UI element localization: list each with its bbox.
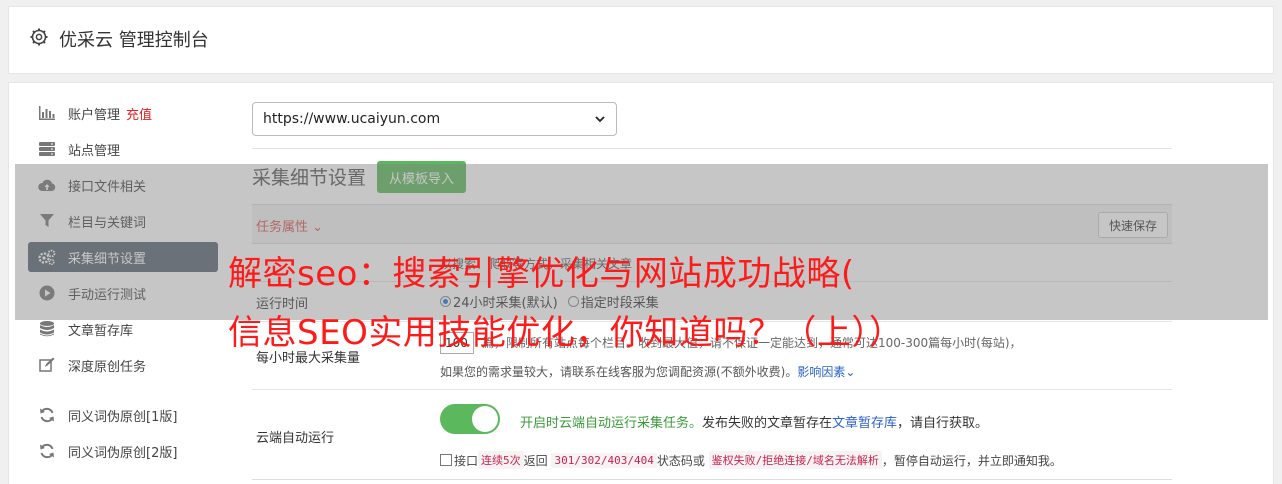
code-errors: 鉴权失败/拒绝连接/域名无法解析 [708, 451, 882, 469]
sidebar-item-deep-original[interactable]: 深度原创任务 [28, 350, 218, 380]
cloud-run-text-b: ，请自行获取。 [897, 416, 989, 431]
overlay-headline-line2: 信息SEO实用技能优化，你知道吗？（上）） [228, 313, 904, 353]
sidebar-item-label: 深度原创任务 [68, 359, 147, 375]
article-storage-link[interactable]: 文章暂存库 [832, 416, 897, 431]
gray-overlay-band [15, 164, 1268, 320]
factors-link[interactable]: 影响因素 [797, 365, 845, 379]
code-consecutive: 连续5次 [478, 451, 524, 469]
sidebar-item-synonym-v1[interactable]: 同义词伪原创[1版] [28, 400, 218, 430]
pause-text-b: 返回 [523, 453, 548, 468]
sidebar-item-label: 文章暂存库 [68, 323, 134, 339]
sidebar-item-label: 站点管理 [68, 143, 121, 159]
cloud-run-label: 云端自动运行 [256, 431, 335, 446]
sidebar-divider [28, 386, 218, 400]
sidebar-item-label: 同义词伪原创[1版] [68, 409, 178, 425]
sidebar-item-sites[interactable]: 站点管理 [28, 134, 218, 164]
edit-icon [38, 356, 56, 374]
site-select[interactable]: https://www.ucaiyun.com [252, 102, 617, 136]
refresh-icon [38, 442, 56, 460]
gear-icon [30, 28, 48, 46]
sidebar-item-synonym-v2[interactable]: 同义词伪原创[2版] [28, 436, 218, 466]
max-collect-note-text: 如果您的需求量较大，请联系在线客服为您调配资源(不额外收费)。 [440, 365, 798, 379]
pause-notify-option: 接口 连续5次 返回 301/302/403/404 状态码或 鉴权失败/拒绝连… [440, 451, 1062, 469]
pause-notify-checkbox[interactable] [440, 454, 452, 466]
toggle-knob [472, 406, 498, 432]
database-icon [38, 320, 56, 338]
code-status: 301/302/403/404 [551, 452, 657, 468]
cloud-run-green-text: 开启时云端自动运行采集任务。 [520, 416, 703, 431]
chevron-down-icon: ⌄ [845, 365, 856, 379]
pause-text-d: ，暂停自动运行，并立即通知我。 [881, 453, 1062, 468]
pause-text-c: 状态码或 [656, 453, 705, 468]
recharge-link[interactable]: 充值 [126, 104, 152, 123]
overlay-headline-line1: 解密seo：搜索引擎优化与网站成功战略( [228, 254, 855, 294]
cloud-run-row: 云端自动运行 开启时云端自动运行采集任务。发布失败的文章暂存在文章暂存库，请自行… [252, 390, 1172, 480]
max-collect-note: 如果您的需求量较大，请联系在线客服为您调配资源(不额外收费)。影响因素⌄ [440, 363, 855, 380]
server-icon [38, 140, 56, 158]
cloud-run-text-a: 发布失败的文章暂存在 [702, 416, 833, 431]
chevron-down-icon [595, 116, 605, 123]
sidebar-item-label: 同义词伪原创[2版] [68, 445, 178, 461]
site-select-value: https://www.ucaiyun.com [263, 111, 441, 127]
cloud-run-desc: 开启时云端自动运行采集任务。发布失败的文章暂存在文章暂存库，请自行获取。 [520, 412, 988, 431]
sidebar-item-account[interactable]: 账户管理 充值 [28, 98, 218, 128]
page-title: 优采云 管理控制台 [59, 30, 209, 51]
header-card: 优采云 管理控制台 [8, 6, 1274, 74]
divider [252, 148, 1172, 149]
bar-chart-icon [38, 104, 56, 122]
sidebar-item-label: 账户管理 [68, 107, 121, 123]
cloud-run-toggle[interactable] [440, 404, 500, 434]
pause-text-a: 接口 [454, 453, 479, 468]
refresh-icon [38, 406, 56, 424]
